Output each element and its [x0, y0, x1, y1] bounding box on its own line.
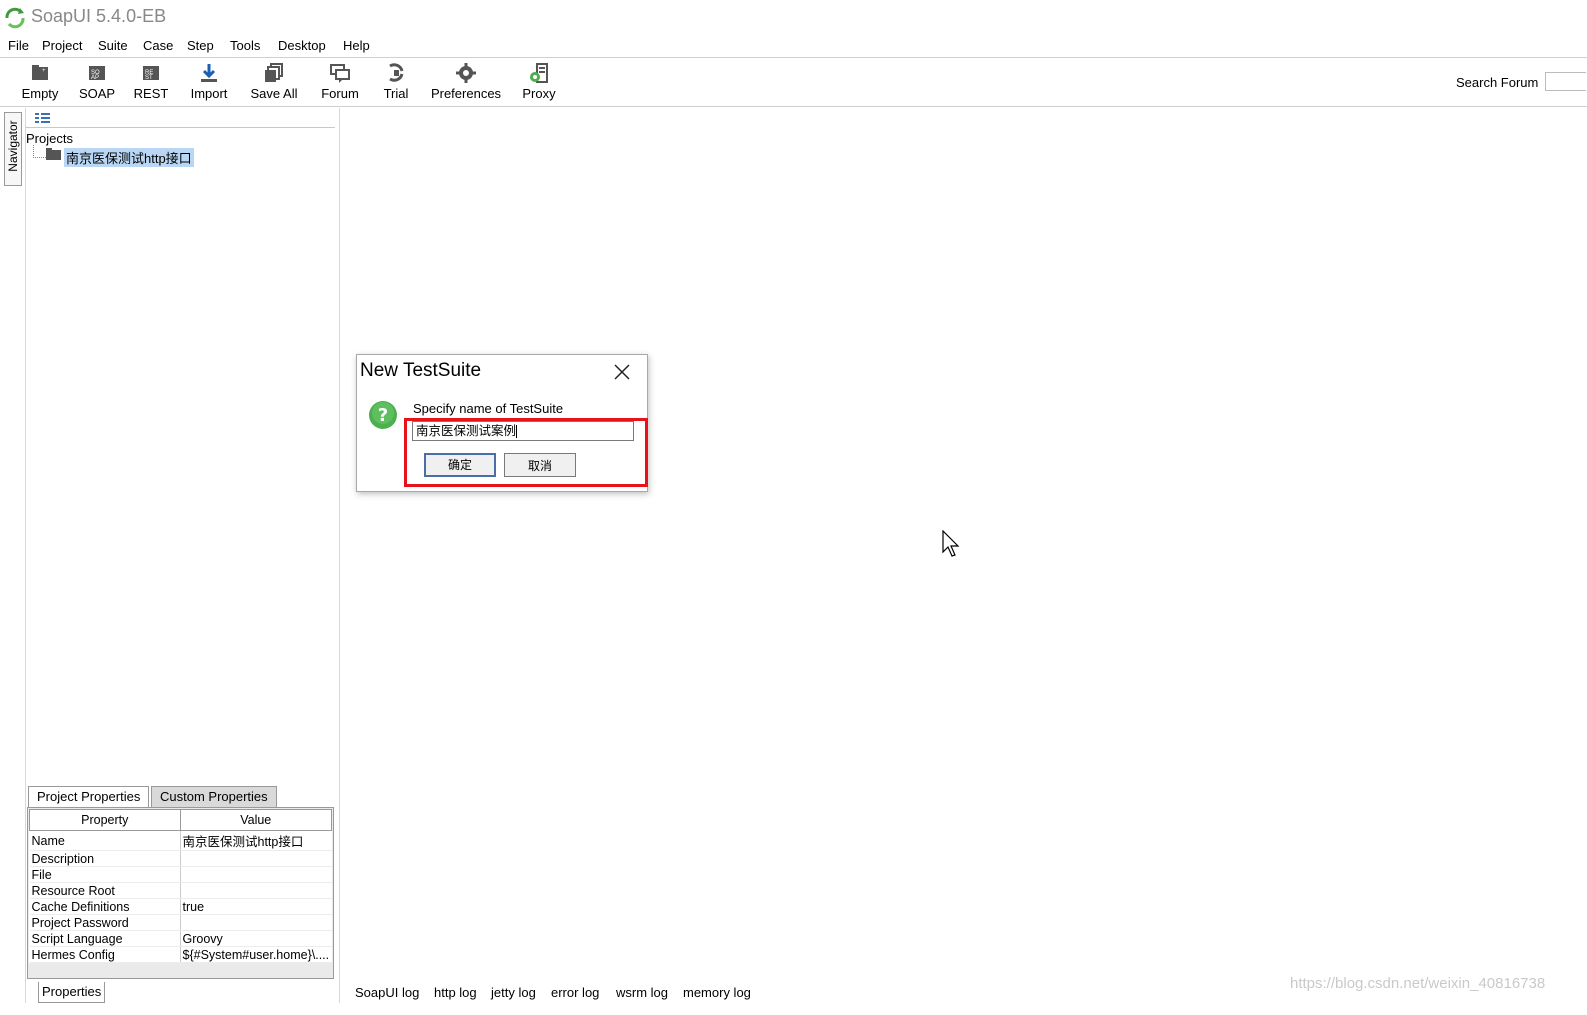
property-name: Project Password — [29, 914, 181, 931]
property-value[interactable]: ${#System#user.home}\.... — [180, 946, 332, 963]
tab-error-log[interactable]: error log — [551, 985, 599, 1000]
tree-project-node[interactable]: 南京医保测试http接口 — [64, 148, 194, 167]
forum-button[interactable]: Forum — [318, 58, 362, 106]
trial-icon — [389, 63, 404, 82]
close-icon[interactable] — [612, 362, 632, 382]
dialog-message: Specify name of TestSuite — [413, 401, 564, 416]
property-name: Script Language — [29, 930, 181, 947]
value-column-header[interactable]: Value — [179, 809, 332, 831]
app-title: SoapUI 5.4.0-EB — [31, 6, 167, 26]
proxy-icon — [530, 63, 548, 83]
table-row[interactable]: Resource Root — [29, 882, 332, 899]
gear-icon — [456, 63, 476, 83]
tab-wsrm-log[interactable]: wsrm log — [616, 985, 668, 1000]
property-name: Cache Definitions — [29, 898, 181, 915]
tab-jetty-log[interactable]: jetty log — [491, 985, 536, 1000]
property-value[interactable] — [180, 914, 332, 931]
menu-tools[interactable]: Tools — [230, 38, 260, 53]
properties-table-container: Property Value Name 南京医保测试http接口 Descript… — [27, 807, 334, 979]
table-row[interactable]: Cache Definitions true — [29, 898, 332, 915]
navigator-tab-label: Navigator — [6, 120, 20, 172]
main-toolbar: + Empty SO AP SOAP RE ST REST Import Save … — [0, 58, 1587, 107]
empty-project-icon: + — [32, 65, 48, 80]
table-row[interactable]: Name 南京医保测试http接口 — [29, 830, 332, 851]
save-all-icon — [265, 63, 283, 82]
tree-root-projects[interactable]: Projects — [26, 131, 73, 146]
preferences-button[interactable]: Preferences — [430, 58, 502, 106]
tab-project-properties[interactable]: Project Properties — [28, 786, 150, 807]
folder-icon — [46, 148, 61, 164]
svg-text:+: + — [42, 68, 46, 74]
tree-connector — [33, 145, 46, 158]
properties-table: Property Value Name 南京医保测试http接口 Descript… — [29, 809, 332, 963]
save-all-button[interactable]: Save All — [248, 58, 300, 106]
svg-text:ST: ST — [145, 75, 153, 81]
mouse-cursor-icon — [942, 529, 962, 562]
tab-http-log[interactable]: http log — [434, 985, 477, 1000]
search-forum-input[interactable] — [1545, 72, 1586, 91]
property-value[interactable] — [180, 866, 332, 883]
table-row[interactable]: Project Password — [29, 914, 332, 931]
watermark-text: https://blog.csdn.net/weixin_40816738 — [1290, 975, 1546, 992]
menu-step[interactable]: Step — [187, 38, 214, 53]
properties-bottom-tab[interactable]: Properties — [38, 982, 106, 1003]
menu-bar: File Project Suite Case Step Tools Deskt… — [0, 36, 1587, 58]
import-button[interactable]: Import — [186, 58, 232, 106]
search-forum-label: Search Forum — [1456, 75, 1539, 90]
property-name: Hermes Config — [29, 946, 181, 963]
forum-icon — [330, 64, 350, 83]
svg-text:?: ? — [378, 405, 388, 426]
dialog-title: New TestSuite — [360, 360, 482, 381]
property-name: Resource Root — [29, 882, 181, 899]
proxy-button[interactable]: Proxy — [518, 58, 560, 106]
property-column-header[interactable]: Property — [29, 809, 181, 831]
menu-case[interactable]: Case — [143, 38, 173, 53]
property-value[interactable]: 南京医保测试http接口 — [180, 830, 332, 851]
table-row[interactable]: File — [29, 866, 332, 883]
property-name: File — [29, 866, 181, 883]
table-row[interactable]: Description — [29, 850, 332, 867]
title-bar — [0, 0, 1587, 36]
question-icon: ? — [368, 400, 398, 434]
menu-help[interactable]: Help — [343, 38, 370, 53]
soapui-logo-icon — [3, 6, 27, 30]
list-view-icon[interactable] — [35, 112, 51, 128]
navigator-strip — [0, 108, 24, 1003]
table-row[interactable]: Hermes Config ${#System#user.home}\.... — [29, 946, 332, 963]
soap-button[interactable]: SO AP SOAP — [77, 58, 117, 106]
menu-file[interactable]: File — [8, 38, 29, 53]
tab-soapui-log[interactable]: SoapUI log — [355, 985, 419, 1000]
property-value[interactable] — [180, 850, 332, 867]
property-value[interactable]: Groovy — [180, 930, 332, 947]
tab-memory-log[interactable]: memory log — [683, 985, 751, 1000]
tab-custom-properties[interactable]: Custom Properties — [151, 786, 277, 808]
menu-project[interactable]: Project — [42, 38, 82, 53]
table-row[interactable]: Script Language Groovy — [29, 930, 332, 947]
property-value[interactable]: true — [180, 898, 332, 915]
tree-divider — [25, 127, 335, 128]
highlight-annotation-box — [404, 418, 648, 487]
rest-project-icon: REST — [143, 66, 159, 81]
property-name: Name — [29, 830, 181, 851]
property-name: Description — [29, 850, 181, 867]
menu-desktop[interactable]: Desktop — [278, 38, 326, 53]
trial-button[interactable]: Trial — [378, 58, 414, 106]
property-value[interactable] — [180, 882, 332, 899]
empty-button[interactable]: + Empty — [18, 58, 62, 106]
menu-suite[interactable]: Suite — [98, 38, 128, 53]
soap-project-icon: SOAP — [89, 66, 105, 81]
import-icon — [201, 64, 217, 82]
rest-button[interactable]: RE ST REST — [131, 58, 171, 106]
svg-text:AP: AP — [91, 75, 99, 81]
